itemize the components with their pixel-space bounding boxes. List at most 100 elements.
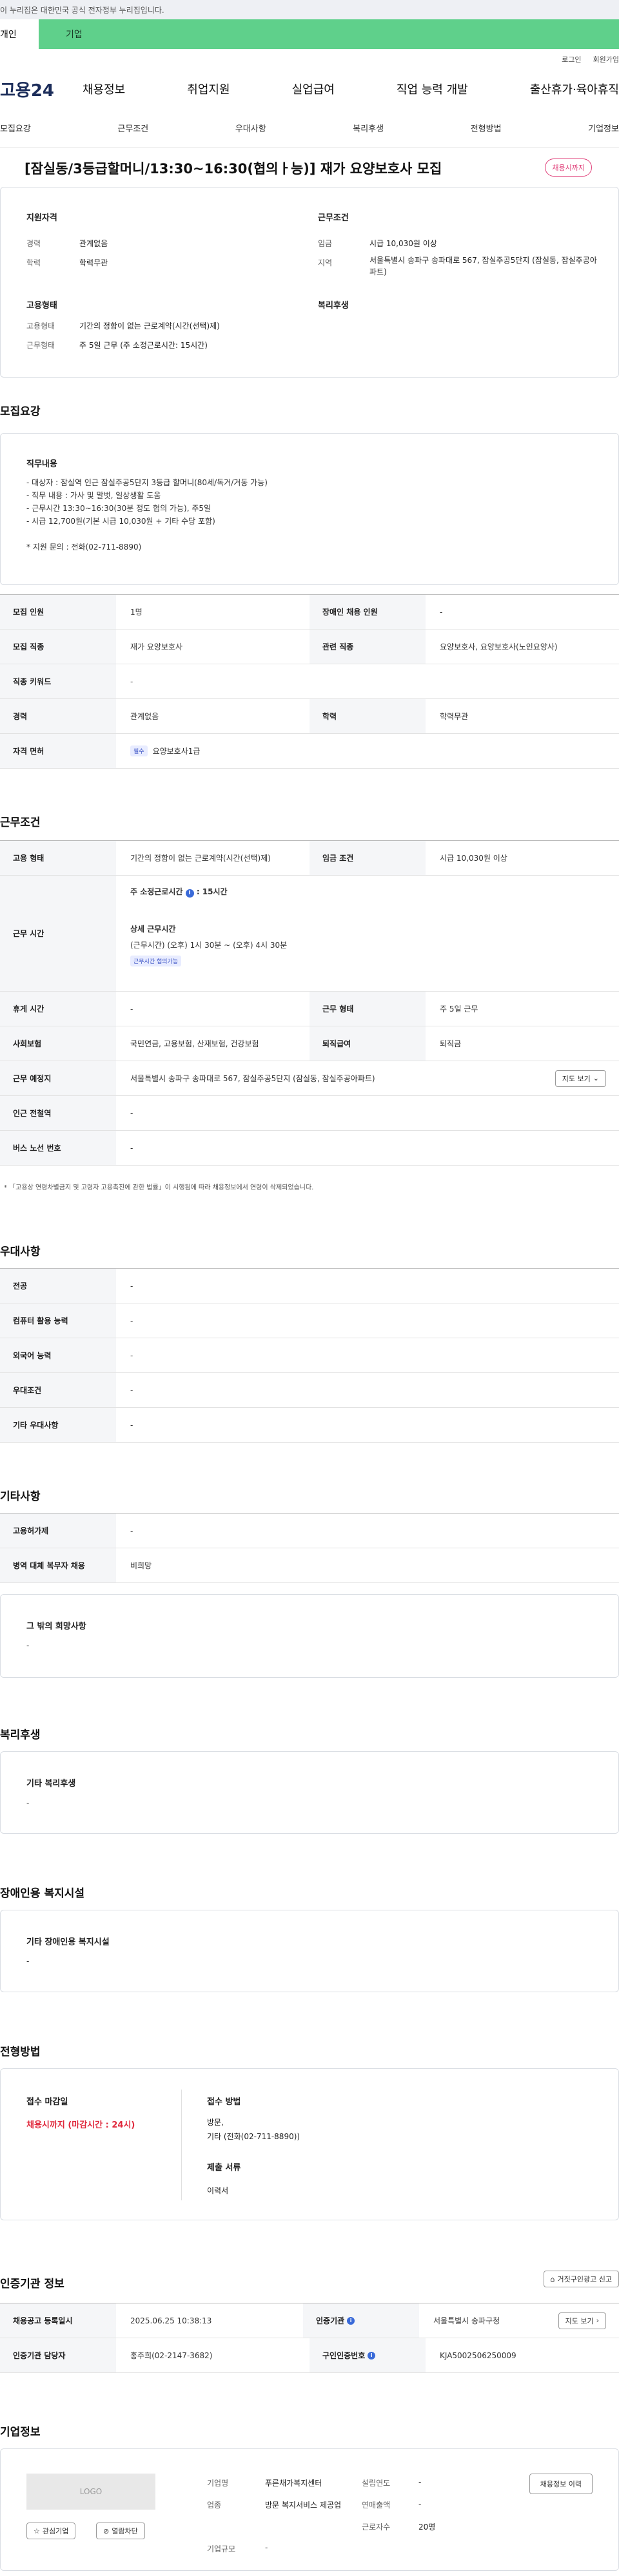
table-label: 자격 면허 — [0, 734, 116, 768]
subnav-condition[interactable]: 근무조건 — [117, 122, 148, 134]
duty-line: - 근무시간 13:30~16:30(30분 정도 협의 가능), 주5일 — [26, 504, 211, 513]
wage-value: 시급 10,030원 이상 — [369, 239, 437, 248]
selection-divider — [181, 2090, 182, 2200]
table-row: 우대조건 - — [0, 1373, 619, 1408]
table-row: 고용 형태 기간의 정함이 없는 근로계약(시간(선택)제) 임금 조건 시급 … — [0, 841, 619, 876]
table-label: 경력 — [0, 699, 116, 733]
agency-map-button[interactable]: 지도 보기 › — [558, 2312, 606, 2329]
info-icon[interactable]: i — [347, 2316, 355, 2325]
detail-hours-value: (근무시간) (오후) 1시 30분 ~ (오후) 4시 30분 — [130, 941, 288, 950]
table-value: 관계없음 — [130, 712, 159, 721]
table-label: 외국어 능력 — [0, 1338, 116, 1372]
home-icon: ⌂ — [550, 2274, 555, 2283]
other-wish-box: 그 밖의 희망사항 - — [0, 1594, 619, 1678]
table-value: - — [440, 607, 443, 617]
method-value-1: 방문, — [207, 2118, 224, 2127]
star-icon: ☆ — [34, 2526, 40, 2535]
agency-table: 채용공고 등록일시 2025.06.25 10:38:13 인증기관 i 서울특별… — [0, 2303, 619, 2373]
table-value: 퇴직금 — [440, 1039, 462, 1048]
emp-title: 고용형태 — [26, 301, 57, 311]
tab-company[interactable]: 기업 — [39, 19, 619, 49]
table-row: 모집 인원 1명 장애인 채용 인원 - — [0, 595, 619, 630]
gnb-item-employment-support[interactable]: 취업지원 — [187, 81, 230, 97]
duty-box: 직무내용 - 대상자 : 잠실역 인근 잠실주공5단지 3등급 할머니(80세/… — [0, 433, 619, 585]
block-view-button[interactable]: ⊘ 열람차단 — [96, 2523, 145, 2539]
recruit-table: 모집 인원 1명 장애인 채용 인원 - 모집 직종 재가 요양보호사 관련 직… — [0, 594, 619, 769]
table-row: 채용공고 등록일시 2025.06.25 10:38:13 인증기관 i 서울특별… — [0, 2303, 619, 2338]
gnb-menu: 채용정보 취업지원 실업급여 직업 능력 개발 출산휴가·육아휴직 — [83, 81, 619, 97]
recruit-section-title: 모집요강 — [0, 405, 41, 418]
logo-text: LOGO — [79, 2487, 103, 2496]
table-label: 사회보험 — [0, 1026, 116, 1061]
gnb-item-jobs[interactable]: 채용정보 — [83, 81, 125, 97]
table-label: 우대조건 — [0, 1373, 116, 1407]
table-value: - — [130, 1385, 133, 1395]
docs-value: 이력서 — [207, 2186, 229, 2195]
table-row: 휴게 시간 - 근무 형태 주 5일 근무 — [0, 992, 619, 1026]
gnb-item-parental-leave[interactable]: 출산휴가·육아휴직 — [530, 81, 619, 97]
method-label: 접수 방법 — [207, 2097, 241, 2107]
table-row-hours: 근무 시간 주 소정근로시간 i : 15시간 상세 근무시간 (근무시간) (… — [0, 876, 619, 992]
gnb-item-training[interactable]: 직업 능력 개발 — [397, 81, 468, 97]
gnb-item-unemployment[interactable]: 실업급여 — [292, 81, 335, 97]
subnav-company[interactable]: 기업정보 — [588, 122, 619, 134]
hiring-history-button[interactable]: 채용정보 이력 — [529, 2474, 593, 2494]
table-value-license: 필수 요양보호사1급 — [116, 734, 619, 768]
agency-map-label: 지도 보기 — [565, 2316, 594, 2325]
table-row: 전공 - — [0, 1269, 619, 1303]
table-value: - — [130, 1108, 133, 1118]
report-false-ad-button[interactable]: ⌂ 거짓구인광고 신고 — [543, 2271, 619, 2287]
sales-label: 연매출액 — [362, 2501, 391, 2510]
site-logo[interactable]: 고용24 — [0, 77, 83, 101]
table-label: 퇴직급여 — [310, 1026, 426, 1061]
table-value: - — [130, 1316, 133, 1325]
join-link[interactable]: 회원가입 — [593, 54, 619, 64]
table-row: 외국어 능력 - — [0, 1338, 619, 1373]
condition-table: 고용 형태 기간의 정함이 없는 근로계약(시간(선택)제) 임금 조건 시급 … — [0, 840, 619, 1166]
info-icon[interactable]: i — [185, 889, 194, 898]
info-icon[interactable]: i — [368, 2351, 376, 2360]
table-row: 고용허가제 - — [0, 1514, 619, 1548]
table-row: 근무 예정지 서울특별시 송파구 송파대로 567, 잠실주공5단지 (잠실동,… — [0, 1061, 619, 1096]
subnav-preference[interactable]: 우대사항 — [235, 122, 266, 134]
welfare-box: 기타 복리후생 - — [0, 1751, 619, 1834]
table-row: 인증기관 담당자 홍주희(02-2147-3682) 구인인증번호 i KJA50… — [0, 2338, 619, 2373]
table-label-certno: 구인인증번호 i — [310, 2338, 426, 2372]
favorite-company-button[interactable]: ☆ 관심기업 — [26, 2523, 76, 2539]
tab-person[interactable]: 개인 — [0, 19, 39, 49]
table-row: 기타 우대사항 - — [0, 1408, 619, 1443]
fav-label: 관심기업 — [42, 2527, 69, 2535]
region-value: 서울특별시 송파구 송파대로 567, 잠실주공5단지 (잠실동, 잠실주공아파… — [369, 256, 597, 276]
welfare-title: 복리후생 — [318, 301, 349, 311]
table-label: 모집 직종 — [0, 630, 116, 664]
cond-title: 근무조건 — [318, 213, 349, 223]
place-value: 서울특별시 송파구 송파대로 567, 잠실주공5단지 (잠실동, 잠실주공아파… — [130, 1074, 375, 1083]
login-link[interactable]: 로그인 — [562, 54, 581, 64]
table-value: KJA5002506250009 — [440, 2350, 516, 2360]
emp-type-label: 고용형태 — [26, 322, 55, 331]
job-summary-box: 지원자격 경력 관계없음 학력 학력무관 근무조건 임금 시급 10,030원 … — [0, 187, 619, 378]
table-label: 컴퓨터 활용 능력 — [0, 1303, 116, 1338]
required-badge: 필수 — [130, 745, 148, 756]
condition-section-title: 근무조건 — [0, 816, 41, 829]
table-label: 고용 형태 — [0, 841, 116, 875]
duty-line: - 대상자 : 잠실역 인근 잠실주공5단지 3등급 할머니(80세/독거/거동… — [26, 478, 268, 487]
org-value: 서울특별시 송파구청 — [433, 2316, 500, 2325]
subnav-welfare[interactable]: 복리후생 — [353, 122, 384, 134]
company-box: LOGO ☆ 관심기업 ⊘ 열람차단 기업명 푸른채가복지센터 업종 방문 복지서비… — [0, 2448, 619, 2571]
chevron-down-icon: ⌄ — [593, 1074, 599, 1082]
table-label: 모집 인원 — [0, 595, 116, 629]
global-nav: 고용24 채용정보 취업지원 실업급여 직업 능력 개발 출산휴가·육아휴직 — [0, 70, 619, 108]
table-label: 인증기관 담당자 — [0, 2338, 116, 2372]
map-button[interactable]: 지도 보기 ⌄ — [555, 1070, 606, 1087]
staff-value: 20명 — [418, 2523, 436, 2532]
subnav-selection[interactable]: 전형방법 — [471, 122, 502, 134]
job-title: [잠실동/3등급할머니/13:30~16:30(협의ㅏ능)] 재가 요양보호사 … — [25, 161, 442, 177]
agency-section-title: 인증기관 정보 — [0, 2278, 64, 2291]
sales-value: - — [418, 2499, 422, 2508]
table-value: - — [130, 677, 133, 686]
emp-type-value: 기간의 정함이 없는 근로계약(시간(선택)제) — [79, 322, 220, 331]
subnav-recruit[interactable]: 모집요강 — [0, 122, 31, 134]
table-label: 학력 — [310, 699, 426, 733]
company-name-label: 기업명 — [207, 2479, 229, 2488]
